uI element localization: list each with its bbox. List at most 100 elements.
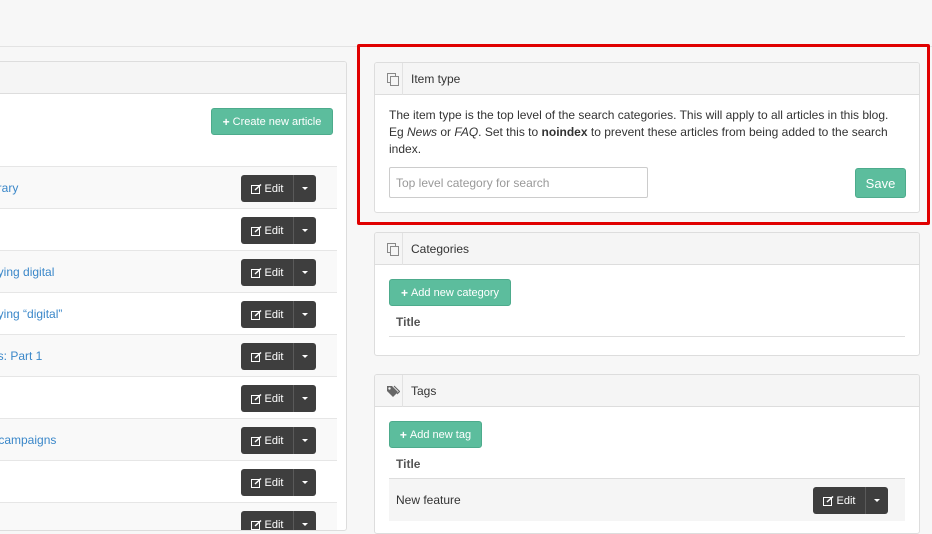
- categories-title-column: Title: [396, 315, 421, 329]
- tag-name: New feature: [396, 493, 461, 507]
- article-edit-label: Edit: [264, 518, 284, 531]
- tag-edit-button-group: Edit: [813, 487, 888, 514]
- article-edit-button[interactable]: Edit: [241, 175, 293, 202]
- caret-down-icon: [302, 229, 308, 232]
- item-type-panel: Item type The item type is the top level…: [374, 62, 920, 213]
- plus-icon: +: [399, 427, 407, 442]
- article-edit-label: Edit: [264, 350, 284, 363]
- edit-icon: [250, 351, 262, 362]
- article-edit-dropdown-toggle[interactable]: [293, 301, 316, 328]
- article-edit-button-group: Edit: [241, 217, 316, 244]
- caret-down-icon: [302, 187, 308, 190]
- article-edit-label: Edit: [264, 266, 284, 279]
- edit-icon: [250, 435, 262, 446]
- plus-icon: +: [400, 285, 408, 300]
- copy-icon: [387, 243, 399, 256]
- articles-panel-header: [0, 62, 346, 94]
- tags-panel: Tags + Add new tag Title New feature Edit: [374, 374, 920, 534]
- copy-icon: [387, 73, 399, 86]
- article-edit-dropdown-toggle[interactable]: [293, 469, 316, 496]
- edit-icon: [250, 393, 262, 404]
- article-edit-dropdown-toggle[interactable]: [293, 175, 316, 202]
- description-eg: Eg: [389, 125, 408, 139]
- article-edit-button-group: Edit: [241, 511, 316, 531]
- header-divider: [402, 63, 403, 95]
- tags-icon: [387, 385, 400, 397]
- article-row: Edit: [0, 376, 337, 418]
- article-row: r campaigns Edit: [0, 418, 337, 460]
- caret-down-icon: [302, 397, 308, 400]
- caret-down-icon: [302, 271, 308, 274]
- item-type-input[interactable]: [389, 167, 648, 198]
- categories-title: Categories: [411, 242, 470, 256]
- article-edit-button[interactable]: Edit: [241, 385, 293, 412]
- article-edit-button-group: Edit: [241, 175, 316, 202]
- article-edit-dropdown-toggle[interactable]: [293, 259, 316, 286]
- categories-header: Categories: [375, 233, 919, 265]
- item-type-title: Item type: [411, 72, 461, 86]
- article-edit-button[interactable]: Edit: [241, 343, 293, 370]
- caret-down-icon: [874, 499, 880, 502]
- article-edit-button-group: Edit: [241, 427, 316, 454]
- article-edit-button-group: Edit: [241, 469, 316, 496]
- article-edit-button[interactable]: Edit: [241, 511, 293, 531]
- tags-title: Tags: [411, 384, 437, 398]
- article-edit-button[interactable]: Edit: [241, 469, 293, 496]
- plus-icon: +: [222, 114, 230, 129]
- create-article-label: Create new article: [232, 115, 322, 128]
- categories-panel: Categories + Add new category Title: [374, 232, 920, 356]
- article-edit-dropdown-toggle[interactable]: [293, 385, 316, 412]
- caret-down-icon: [302, 355, 308, 358]
- article-edit-label: Edit: [264, 476, 284, 489]
- article-edit-dropdown-toggle[interactable]: [293, 427, 316, 454]
- article-title-link[interactable]: orary: [0, 167, 18, 209]
- article-edit-button[interactable]: Edit: [241, 427, 293, 454]
- article-edit-dropdown-toggle[interactable]: [293, 343, 316, 370]
- caret-down-icon: [302, 313, 308, 316]
- description-line: The item type is the top level of the se…: [389, 108, 889, 122]
- table-divider: [389, 336, 905, 337]
- tag-edit-dropdown-toggle[interactable]: [865, 487, 888, 514]
- article-title-link[interactable]: aying digital: [0, 251, 54, 293]
- article-edit-button[interactable]: Edit: [241, 217, 293, 244]
- tag-edit-button[interactable]: Edit: [813, 487, 865, 514]
- add-tag-label: Add new tag: [409, 428, 472, 441]
- news-term: News: [407, 125, 438, 139]
- article-row: Edit: [0, 460, 337, 502]
- caret-down-icon: [302, 439, 308, 442]
- edit-icon: [250, 267, 262, 278]
- item-type-header: Item type: [375, 63, 919, 95]
- article-edit-button-group: Edit: [241, 343, 316, 370]
- top-navbar: [0, 0, 932, 47]
- save-button[interactable]: Save: [855, 168, 906, 198]
- article-title-link[interactable]: ps: Part 1: [0, 335, 42, 377]
- edit-icon: [250, 309, 262, 320]
- article-edit-label: Edit: [264, 224, 284, 237]
- articles-panel: +Create new article oraryEditEditaying d…: [0, 61, 347, 531]
- header-divider: [402, 375, 403, 407]
- description-set: . Set this to: [478, 125, 542, 139]
- article-edit-button[interactable]: Edit: [241, 301, 293, 328]
- article-title-link[interactable]: aying “digital”: [0, 293, 62, 335]
- article-title-link[interactable]: r campaigns: [0, 419, 56, 461]
- article-row: aying digital Edit: [0, 250, 337, 292]
- article-edit-label: Edit: [264, 182, 284, 195]
- add-category-button[interactable]: + Add new category: [389, 279, 511, 306]
- article-edit-dropdown-toggle[interactable]: [293, 511, 316, 530]
- article-edit-button-group: Edit: [241, 259, 316, 286]
- tags-header: Tags: [375, 375, 919, 407]
- caret-down-icon: [302, 481, 308, 484]
- description-or: or: [437, 125, 455, 139]
- edit-icon: [250, 477, 262, 488]
- article-edit-dropdown-toggle[interactable]: [293, 217, 316, 244]
- edit-icon: [822, 495, 834, 506]
- noindex-term: noindex: [541, 125, 588, 139]
- item-type-description: The item type is the top level of the se…: [389, 107, 909, 158]
- tag-edit-label: Edit: [836, 494, 856, 507]
- edit-icon: [250, 519, 262, 530]
- create-article-button[interactable]: + Create new article: [211, 108, 333, 135]
- article-edit-button[interactable]: Edit: [241, 259, 293, 286]
- add-tag-button[interactable]: + Add new tag: [389, 421, 482, 448]
- edit-icon: [250, 225, 262, 236]
- article-edit-button-group: Edit: [241, 301, 316, 328]
